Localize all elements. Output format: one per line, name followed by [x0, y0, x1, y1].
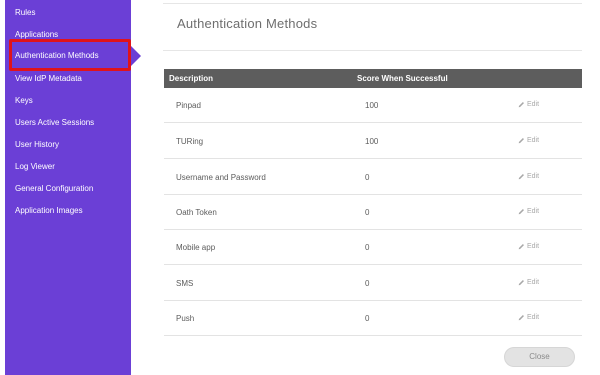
row-description: Mobile app	[176, 243, 216, 252]
edit-label: Edit	[527, 173, 540, 180]
table-row: Pinpad 100 Edit	[164, 88, 582, 123]
sidebar-item-log-viewer[interactable]: Log Viewer	[15, 162, 55, 171]
row-description: Pinpad	[176, 101, 201, 110]
sidebar-item-keys[interactable]: Keys	[15, 96, 33, 105]
pencil-icon	[518, 244, 524, 250]
column-header-description: Description	[169, 74, 214, 83]
sidebar-item-users-active-sessions[interactable]: Users Active Sessions	[15, 118, 94, 127]
row-description: Username and Password	[176, 173, 266, 182]
table-row: SMS 0 Edit	[164, 266, 582, 301]
pencil-icon	[518, 102, 524, 108]
table-row: Username and Password 0 Edit	[164, 160, 582, 195]
app-page: Rules Applications Authentication Method…	[0, 0, 600, 375]
sidebar-item-user-history[interactable]: User History	[15, 140, 59, 149]
sidebar-item-view-idp-metadata[interactable]: View IdP Metadata	[15, 74, 82, 83]
row-score: 0	[365, 314, 370, 323]
sidebar: Rules Applications Authentication Method…	[5, 0, 131, 375]
row-score: 0	[365, 208, 370, 217]
edit-label: Edit	[527, 137, 540, 144]
edit-button[interactable]: Edit	[518, 243, 539, 250]
pencil-icon	[518, 209, 524, 215]
sidebar-item-applications[interactable]: Applications	[15, 30, 58, 39]
edit-label: Edit	[527, 101, 540, 108]
table-row: TURing 100 Edit	[164, 124, 582, 159]
row-description: Oath Token	[176, 208, 217, 217]
sidebar-item-rules[interactable]: Rules	[15, 8, 35, 17]
edit-label: Edit	[527, 279, 540, 286]
row-score: 100	[365, 137, 379, 146]
row-description: Push	[176, 314, 195, 323]
row-score: 0	[365, 279, 370, 288]
row-score: 0	[365, 173, 370, 182]
sidebar-item-general-configuration[interactable]: General Configuration	[15, 184, 93, 193]
table-row: Mobile app 0 Edit	[164, 230, 582, 265]
pencil-icon	[518, 315, 524, 321]
row-score: 100	[365, 101, 379, 110]
row-score: 0	[365, 243, 370, 252]
edit-button[interactable]: Edit	[518, 173, 539, 180]
row-description: SMS	[176, 279, 194, 288]
sidebar-item-authentication-methods[interactable]: Authentication Methods	[15, 51, 99, 60]
top-divider	[163, 3, 582, 4]
edit-button[interactable]: Edit	[518, 101, 539, 108]
pencil-icon	[518, 280, 524, 286]
edit-button[interactable]: Edit	[518, 279, 539, 286]
edit-button[interactable]: Edit	[518, 314, 539, 321]
edit-label: Edit	[527, 208, 540, 215]
table-row: Push 0 Edit	[164, 301, 582, 336]
edit-label: Edit	[527, 243, 540, 250]
edit-button[interactable]: Edit	[518, 137, 539, 144]
row-description: TURing	[176, 137, 204, 146]
pencil-icon	[518, 138, 524, 144]
table-header: Description Score When Successful	[164, 69, 582, 88]
active-item-pointer	[131, 46, 141, 66]
edit-button[interactable]: Edit	[518, 208, 539, 215]
pencil-icon	[518, 174, 524, 180]
column-header-score: Score When Successful	[357, 74, 448, 83]
sidebar-item-application-images[interactable]: Application Images	[15, 206, 83, 215]
table-row: Oath Token 0 Edit	[164, 195, 582, 230]
page-title: Authentication Methods	[177, 16, 318, 31]
edit-label: Edit	[527, 314, 540, 321]
close-button[interactable]: Close	[504, 347, 575, 367]
title-divider	[163, 50, 582, 51]
